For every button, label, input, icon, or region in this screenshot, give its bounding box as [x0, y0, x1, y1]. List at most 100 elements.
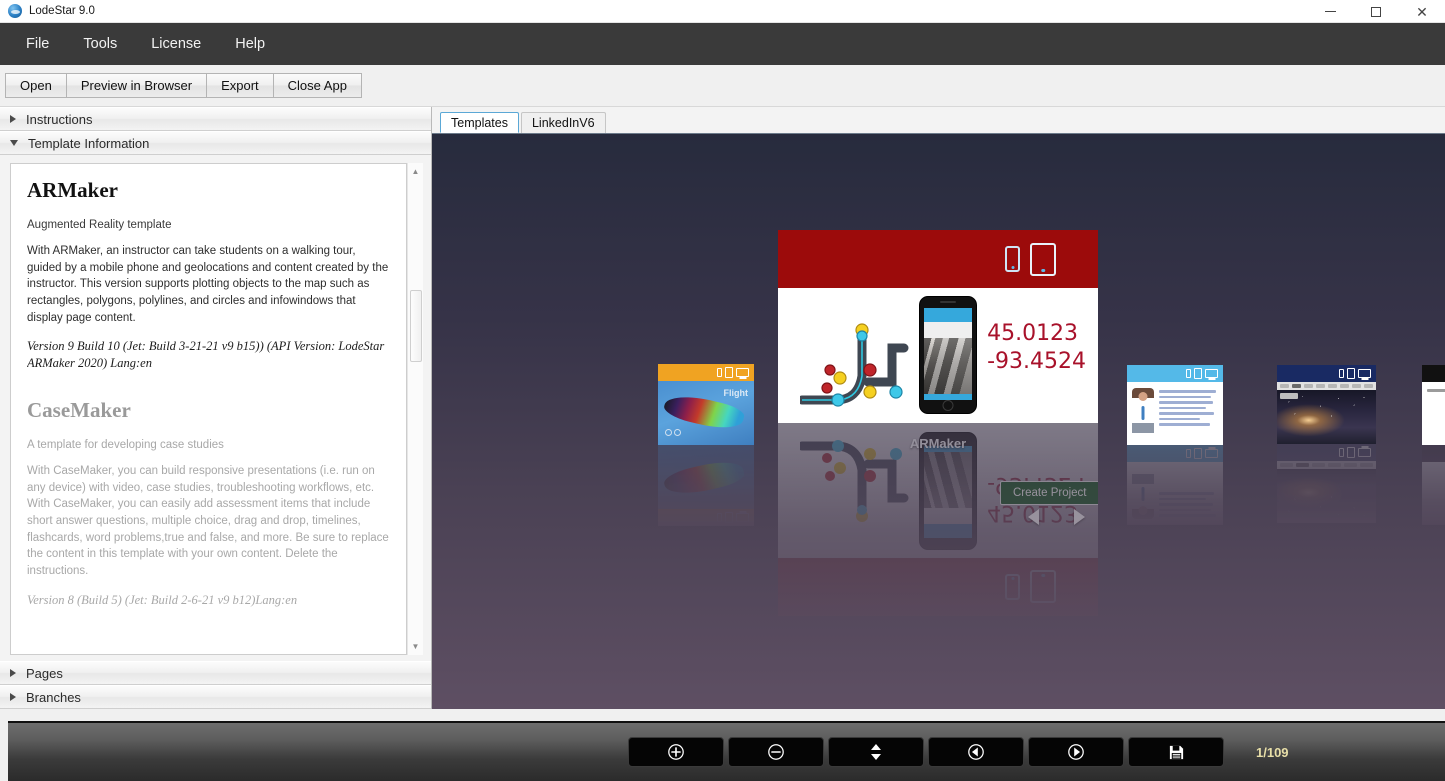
template-version-casemaker: Version 8 (Build 5) (Jet: Build 2-6-21 v… — [27, 592, 298, 607]
sidebar-item-template-information[interactable]: Template Information — [0, 131, 431, 155]
nav-previous-arrow-icon[interactable] — [1028, 509, 1039, 525]
main-toolbar: Open Preview in Browser Export Close App — [0, 65, 1445, 107]
window-titlebar: LodeStar 9.0 ✕ — [0, 0, 1445, 23]
titlebar-left: LodeStar 9.0 — [0, 4, 95, 18]
coordinate-latitude: 45.0123 — [987, 321, 1079, 346]
open-button[interactable]: Open — [5, 73, 67, 98]
eye-left-icon — [665, 429, 672, 436]
template-list-scrollbar[interactable]: ▲ ▼ — [407, 163, 423, 655]
phone-icon — [1339, 369, 1344, 378]
phone-appbar — [924, 524, 972, 538]
scrollbar-track[interactable] — [408, 180, 424, 638]
template-gallery-canvas: Flight 45.0123 -93.4524 45.0123 ARMaker … — [432, 133, 1445, 709]
template-description-armaker: With ARMaker, an instructor can take stu… — [27, 245, 389, 324]
phone-toolbar — [924, 322, 972, 338]
tab-linkedinv6[interactable]: LinkedInV6 — [520, 112, 606, 133]
desktop-icon — [1358, 369, 1371, 378]
template-information-panel: ARMaker Augmented Reality template With … — [0, 155, 431, 661]
nav-chip — [1340, 384, 1349, 388]
menu-tools[interactable]: Tools — [79, 33, 121, 55]
sidebar-item-instructions[interactable]: Instructions — [0, 107, 431, 131]
nav-chip — [1316, 384, 1325, 388]
template-card-armaker[interactable]: 45.0123 -93.4524 45.0123 ARMaker Create … — [778, 230, 1098, 616]
menu-file[interactable]: File — [22, 33, 53, 55]
sidebar-item-branches[interactable]: Branches — [0, 685, 431, 709]
zoom-out-icon — [768, 744, 784, 760]
text-placeholder-lines — [1427, 387, 1445, 392]
minimize-button[interactable] — [1307, 0, 1353, 23]
tab-templates[interactable]: Templates — [440, 112, 519, 133]
template-entry-casemaker[interactable]: CaseMaker A template for developing case… — [27, 398, 390, 609]
save-icon — [1169, 745, 1183, 759]
phone-icon — [1005, 574, 1020, 600]
scrollbar-thumb[interactable] — [409, 290, 422, 362]
template-title-armaker: ARMaker — [27, 178, 118, 202]
reflection-fade — [1277, 444, 1376, 523]
coordinate-longitude: -93.4524 — [987, 348, 1086, 374]
create-project-button[interactable]: Create Project — [1000, 481, 1098, 505]
phone-screen — [924, 308, 972, 400]
template-thumbnail-edge[interactable] — [1422, 365, 1445, 525]
reorder-button[interactable] — [828, 737, 924, 767]
bottom-toolbar: 1/109 — [8, 721, 1445, 781]
sidebar-item-pages[interactable]: Pages — [0, 661, 431, 685]
main-panel: Templates LinkedInV6 Flight 45.0123 -93.… — [432, 107, 1445, 709]
save-button[interactable] — [1128, 737, 1224, 767]
template-thumbnail-linkedin[interactable] — [1127, 365, 1223, 525]
eye-right-icon — [674, 429, 681, 436]
text-line — [1159, 412, 1215, 415]
minimize-icon — [1324, 11, 1336, 12]
text-line — [1427, 389, 1445, 392]
export-button[interactable]: Export — [206, 73, 274, 98]
sidebar-label-branches: Branches — [26, 689, 81, 705]
chevron-right-icon — [10, 669, 16, 677]
tabstrip: Templates LinkedInV6 — [432, 107, 1445, 133]
text-placeholder-lines — [1159, 388, 1218, 439]
thumbnail-reflection — [1127, 445, 1223, 525]
zoom-in-button[interactable] — [628, 737, 724, 767]
maximize-button[interactable] — [1353, 0, 1399, 23]
tablet-icon — [1030, 242, 1056, 276]
template-carousel: Flight 45.0123 -93.4524 45.0123 ARMaker … — [432, 134, 1445, 709]
preview-in-browser-button[interactable]: Preview in Browser — [65, 73, 208, 98]
tablet-icon — [1347, 368, 1355, 379]
template-list-document: ARMaker Augmented Reality template With … — [10, 163, 407, 655]
move-vertical-icon — [871, 744, 881, 760]
template-entry-armaker[interactable]: ARMaker Augmented Reality template With … — [27, 178, 390, 372]
menu-help[interactable]: Help — [231, 33, 269, 55]
nav-chip — [1304, 384, 1313, 388]
menu-license[interactable]: License — [147, 33, 205, 55]
window-controls: ✕ — [1307, 0, 1445, 23]
nav-chip — [1328, 384, 1337, 388]
phone-icon — [1186, 369, 1191, 378]
thumbnail-header-bar — [1422, 365, 1445, 382]
thumbnail-header-bar — [658, 364, 754, 381]
scroll-down-icon[interactable]: ▼ — [408, 638, 424, 655]
close-app-button[interactable]: Close App — [272, 73, 362, 98]
phone-toolbar — [924, 508, 972, 524]
eyes-icon — [665, 429, 681, 436]
window-title: LodeStar 9.0 — [29, 5, 95, 17]
tablet-icon — [1194, 368, 1202, 379]
template-thumbnail-flight[interactable]: Flight — [658, 364, 754, 526]
scroll-up-icon[interactable]: ▲ — [408, 163, 424, 180]
previous-icon — [968, 744, 984, 760]
maximize-icon — [1371, 6, 1381, 17]
close-button[interactable]: ✕ — [1399, 0, 1445, 23]
template-list-scroll-content: ARMaker Augmented Reality template With … — [27, 178, 390, 654]
template-thumbnail-night-highway[interactable] — [1277, 365, 1376, 523]
bottom-toolbar-buttons: 1/109 — [628, 737, 1289, 767]
phone-icon — [717, 368, 722, 377]
next-button[interactable] — [1028, 737, 1124, 767]
text-line — [1159, 390, 1216, 393]
thumbnail-body — [1422, 382, 1445, 445]
sidebar-label-pages: Pages — [26, 665, 63, 681]
zoom-out-button[interactable] — [728, 737, 824, 767]
nav-next-arrow-icon[interactable] — [1074, 509, 1085, 525]
text-line — [1159, 417, 1201, 420]
previous-button[interactable] — [928, 737, 1024, 767]
tablet-icon — [1030, 570, 1056, 604]
phone-icon — [1005, 246, 1020, 272]
text-line — [1159, 395, 1211, 398]
card-reflection: 45.0123 -93.4524 ARMaker Create Project — [778, 423, 1098, 616]
